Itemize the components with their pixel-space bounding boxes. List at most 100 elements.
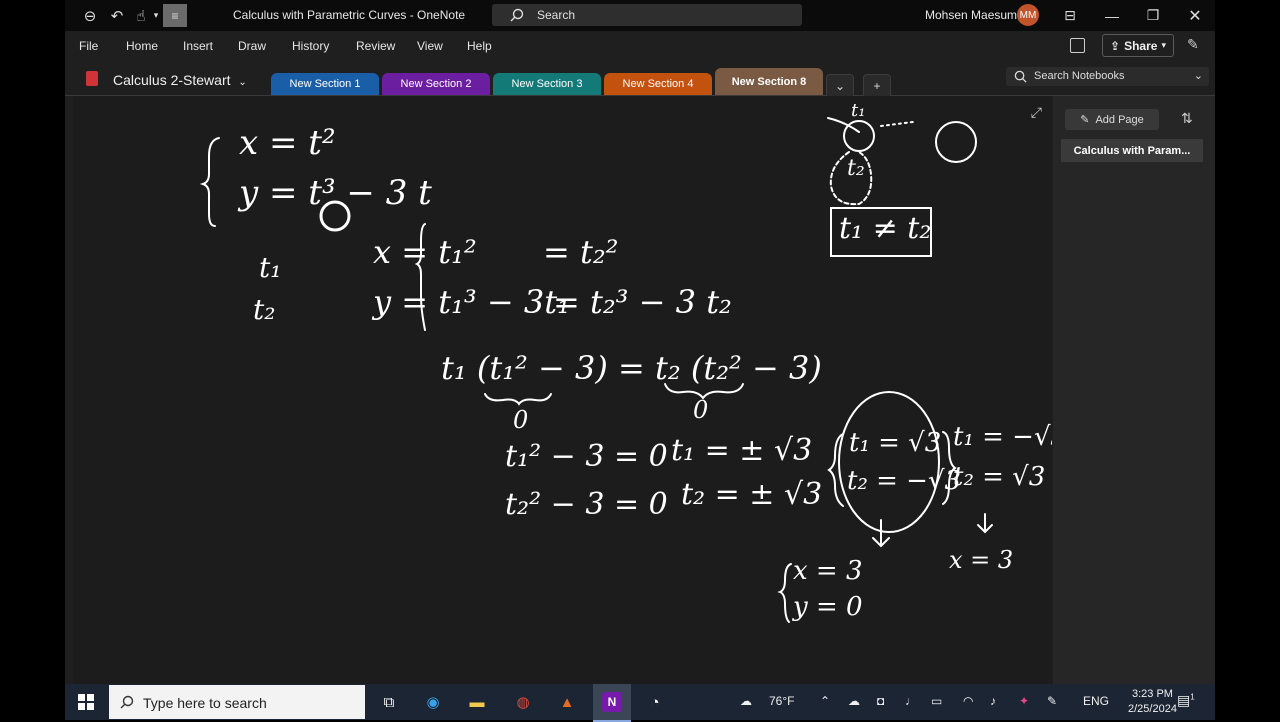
more-sections-chevron-icon[interactable]: ⌄ — [826, 74, 854, 97]
windows-taskbar: Type here to search ⧉ ◉ ▬ ◍ ▲ N ◔ ☁ 76°F… — [65, 684, 1215, 722]
notebook-name: Calculus 2-Stewart — [113, 72, 231, 88]
avatar[interactable]: MM — [1017, 4, 1039, 26]
minimize-icon[interactable]: — — [1092, 0, 1132, 31]
app-tray-icon[interactable]: ✦ — [1019, 694, 1029, 708]
ink-x-t1: x = t₁² — [373, 233, 477, 271]
chevron-down-icon: ⌄ — [238, 77, 247, 88]
customize-toolbar-icon[interactable]: ≡ — [163, 4, 187, 27]
title-bar: ⊖ ↶ ☝ ▾ ≡ Calculus with Parametric Curve… — [65, 0, 1215, 31]
windows-start-icon[interactable] — [78, 694, 94, 710]
feedback-icon[interactable]: ✎ — [1187, 36, 1199, 53]
volume-icon[interactable]: ♪ — [990, 694, 996, 708]
full-screen-icon[interactable]: ⊟ — [1050, 0, 1090, 31]
matlab-icon[interactable]: ▲ — [555, 690, 579, 714]
user-name[interactable]: Mohsen Maesumi — [925, 8, 1020, 22]
undo-icon[interactable]: ↶ — [107, 4, 127, 27]
ink-t1: t₁ — [259, 251, 282, 284]
clock-date: 2/25/2024 — [1128, 703, 1177, 715]
ink-eq-t2-sq: t₂² − 3 = 0 — [505, 487, 668, 522]
ink-x-equals-t-squared: x = t² — [239, 123, 336, 163]
menu-review[interactable]: Review — [356, 39, 395, 53]
wifi-icon[interactable]: ◠ — [963, 694, 973, 708]
menu-view[interactable]: View — [417, 39, 443, 53]
ink-alt-t1: t₁ = −√3 — [953, 422, 1052, 452]
onenote-taskbar-icon[interactable]: N — [593, 684, 631, 722]
ink-alt-t2: t₂ = √3 — [953, 462, 1046, 492]
weather-icon[interactable]: ☁ — [740, 694, 752, 708]
quick-access-chevron-icon[interactable]: ▾ — [151, 4, 161, 27]
language-indicator[interactable]: ENG — [1083, 694, 1109, 708]
taskbar-search-box[interactable]: Type here to search — [109, 685, 365, 719]
taskbar-search-placeholder: Type here to search — [143, 695, 267, 711]
menu-file[interactable]: File — [79, 39, 98, 53]
file-explorer-icon[interactable]: ▬ — [465, 690, 489, 714]
add-section-button[interactable]: + — [863, 74, 891, 97]
search-icon — [1014, 70, 1027, 83]
ink-case-t1: t₁ = √3 — [849, 428, 942, 458]
close-icon[interactable]: ✕ — [1175, 0, 1215, 31]
clock[interactable]: 3:23 PM 2/25/2024 — [1128, 687, 1177, 717]
page-list-pane: ✎ Add Page ⇅ Calculus with Param... — [1053, 96, 1215, 684]
ink-result-x: x = 3 — [793, 556, 863, 586]
tab-new-section-3[interactable]: New Section 3 — [493, 73, 601, 95]
notification-count: 1 — [1190, 692, 1195, 702]
microphone-icon[interactable]: ♩ — [905, 694, 917, 708]
search-notebooks-box[interactable]: Search Notebooks ⌄ — [1006, 67, 1209, 86]
notifications-icon[interactable]: ▤1 — [1177, 692, 1195, 709]
chevron-down-icon[interactable]: ⌄ — [1194, 69, 1203, 82]
add-page-icon: ✎ — [1080, 114, 1090, 126]
weather-temperature[interactable]: 76°F — [769, 694, 794, 708]
back-icon[interactable]: ⊖ — [80, 4, 100, 27]
ink-zero-left: 0 — [513, 406, 529, 434]
menu-home[interactable]: Home — [126, 39, 158, 53]
recorder-icon[interactable]: ◔ — [643, 690, 667, 714]
ink-t1-not-equal-t2: t₁ ≠ t₂ — [839, 211, 932, 246]
ink-sol-t2: t₂ = ± √3 — [681, 477, 823, 512]
tab-new-section-2[interactable]: New Section 2 — [382, 73, 490, 95]
window-title: Calculus with Parametric Curves - OneNot… — [233, 8, 466, 22]
clock-time: 3:23 PM — [1131, 688, 1173, 700]
immersive-reader-icon[interactable] — [1070, 38, 1085, 53]
chrome-icon[interactable]: ◍ — [511, 690, 535, 714]
pen-icon[interactable]: ✎ — [1047, 694, 1057, 708]
ink-y-t1: y = t₁³ − 3t₁ — [373, 283, 570, 321]
menu-draw[interactable]: Draw — [238, 39, 266, 53]
notebook-selector[interactable]: Calculus 2-Stewart ⌄ — [113, 72, 247, 88]
task-view-icon[interactable]: ⧉ — [377, 690, 401, 714]
note-canvas[interactable]: ⤢ x = t² y = t³ − 3 t t₁ t₂ x = t₁² = t₂… — [73, 96, 1052, 684]
ink-t2: t₂ — [253, 293, 276, 326]
page-item[interactable]: Calculus with Param... — [1061, 139, 1203, 162]
tab-new-section-1[interactable]: New Section 1 — [271, 73, 379, 95]
search-icon — [510, 8, 524, 22]
share-label: Share — [1124, 38, 1158, 53]
notebook-icon — [86, 71, 98, 86]
battery-icon[interactable]: ▭ — [931, 694, 942, 708]
ink-result-y: y = 0 — [793, 592, 863, 622]
menu-history[interactable]: History — [292, 39, 329, 53]
restore-icon[interactable]: ❐ — [1133, 0, 1173, 31]
tab-new-section-4[interactable]: New Section 4 — [604, 73, 712, 95]
ink-y-t2: = t₂³ − 3 t₂ — [553, 283, 732, 321]
camera-icon[interactable]: ◘ — [877, 694, 884, 708]
add-page-button[interactable]: ✎ Add Page — [1065, 109, 1159, 130]
menu-insert[interactable]: Insert — [183, 39, 213, 53]
tab-new-section-8[interactable]: New Section 8 — [715, 68, 823, 95]
notebook-bar: Calculus 2-Stewart ⌄ New Section 1 New S… — [65, 59, 1215, 97]
sort-pages-icon[interactable]: ⇅ — [1181, 110, 1193, 127]
ink-strokes — [199, 117, 993, 623]
menu-help[interactable]: Help — [467, 39, 492, 53]
touch-mode-icon[interactable]: ☝ — [131, 4, 151, 27]
share-button[interactable]: ⇪ Share ▾ — [1102, 34, 1174, 57]
ink-top-t1: t₁ — [851, 100, 866, 121]
ribbon-menu: File Home Insert Draw History Review Vie… — [65, 31, 1215, 59]
tray-chevron-up-icon[interactable]: ⌃ — [820, 694, 830, 708]
ink-factored-equation: t₁ (t₁² − 3) = t₂ (t₂² − 3) — [441, 349, 822, 387]
search-box[interactable]: Search — [492, 4, 802, 26]
search-label: Search — [537, 8, 576, 22]
share-icon: ⇪ — [1110, 38, 1121, 53]
ink-top-t2: t₂ — [847, 156, 865, 181]
ink-x-t2: = t₂² — [543, 233, 619, 271]
ink-result-x-alt: x = 3 — [949, 546, 1014, 574]
edge-icon[interactable]: ◉ — [421, 690, 445, 714]
onedrive-icon[interactable]: ☁ — [848, 694, 860, 708]
